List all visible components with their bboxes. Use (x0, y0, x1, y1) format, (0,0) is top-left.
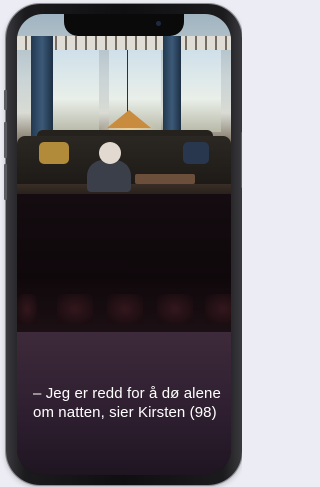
window-pane (53, 50, 99, 132)
page-background: – Jeg er redd for å dø alene om natten, … (0, 0, 242, 487)
chair-silhouette (17, 294, 37, 324)
story-caption: – Jeg er redd for å dø alene om natten, … (33, 385, 221, 421)
chair-silhouette (157, 294, 193, 324)
chair-silhouette (57, 294, 93, 324)
dark-scene (17, 194, 231, 334)
coffee-table (135, 174, 195, 184)
cushion (183, 142, 209, 164)
phone-screen: – Jeg er redd for å dø alene om natten, … (17, 14, 231, 475)
ceiling-lamp (107, 110, 151, 128)
person-head (99, 142, 121, 164)
lamp-cord (127, 50, 128, 112)
chair-silhouette (205, 294, 231, 324)
caption-panel[interactable]: – Jeg er redd for å dø alene om natten, … (17, 332, 231, 475)
cushion (39, 142, 69, 164)
mute-switch (4, 90, 7, 110)
power-button (241, 132, 242, 188)
volume-down-button (4, 164, 7, 200)
story-photo (17, 14, 231, 194)
phone-frame: – Jeg er redd for å dø alene om natten, … (4, 4, 242, 485)
chair-silhouette (107, 294, 143, 324)
person-body (87, 160, 131, 192)
camera-icon (156, 21, 161, 26)
volume-up-button (4, 122, 7, 158)
phone-notch (64, 14, 184, 36)
